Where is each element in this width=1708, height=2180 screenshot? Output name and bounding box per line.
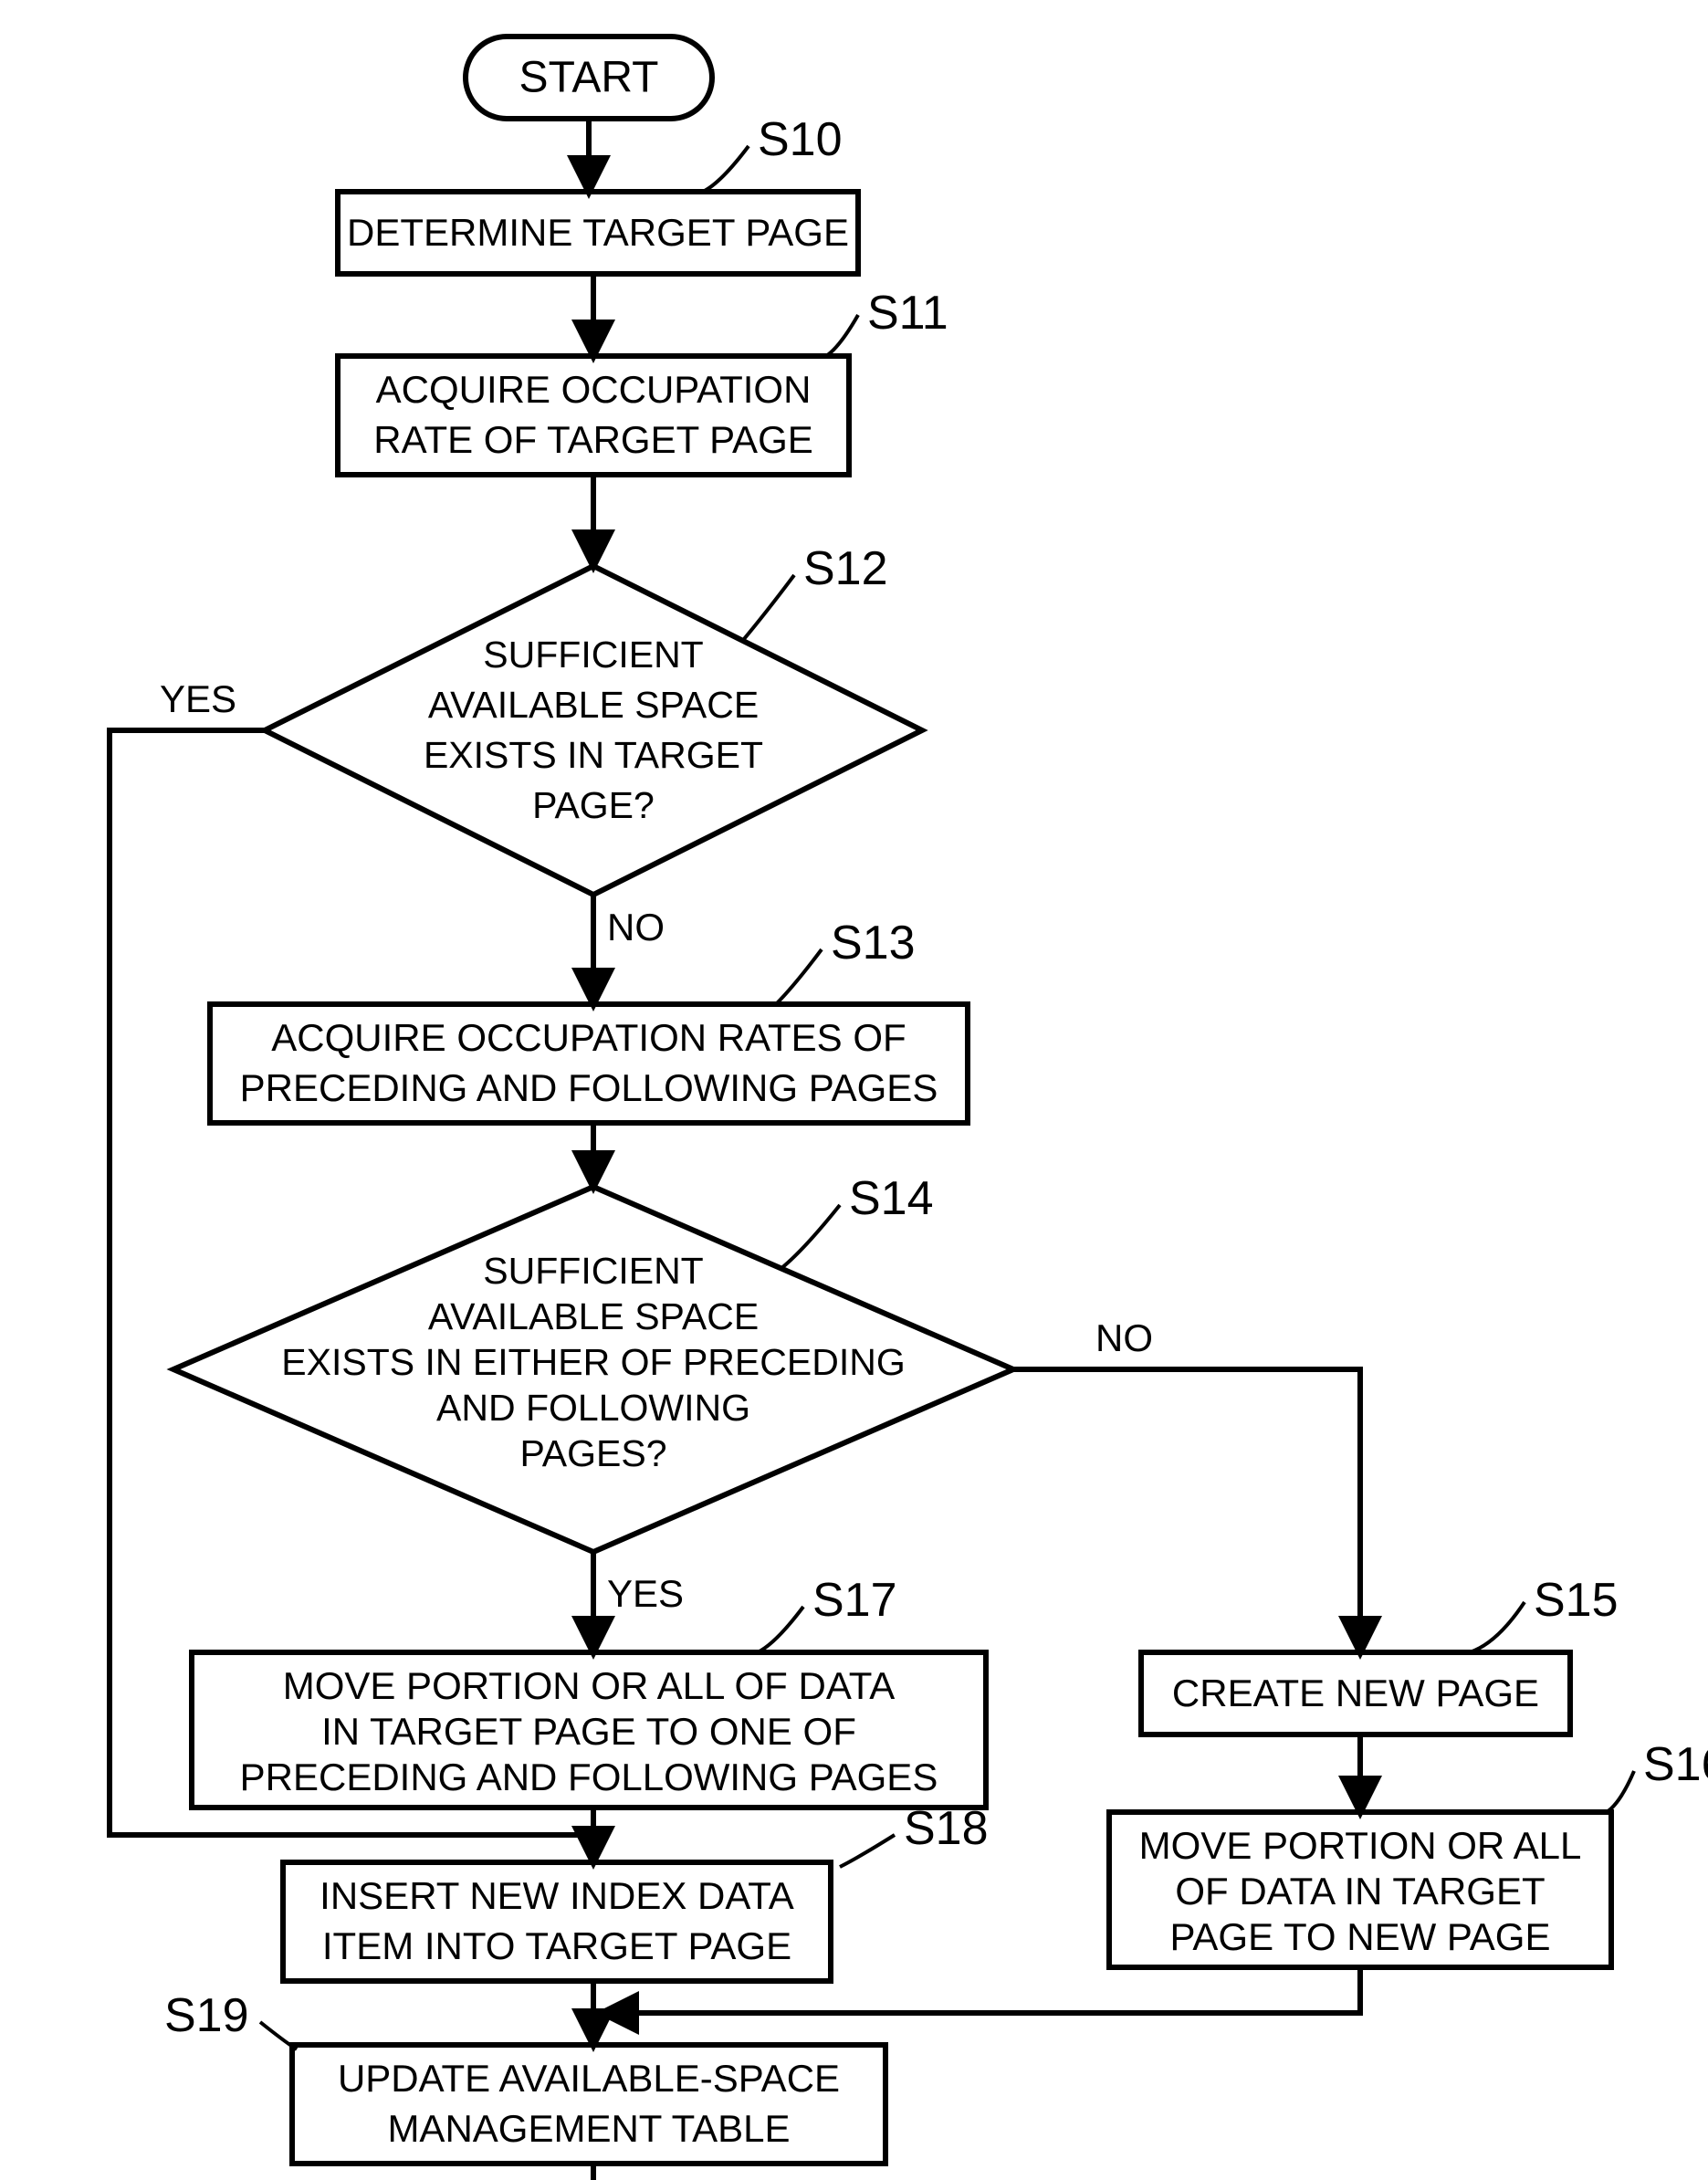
- s11-leader: [826, 315, 858, 356]
- s17-text1: MOVE PORTION OR ALL OF DATA: [283, 1664, 896, 1707]
- s19-text1: UPDATE AVAILABLE-SPACE: [338, 2057, 840, 2100]
- edge-s14-no: [1013, 1369, 1360, 1652]
- s13-text1: ACQUIRE OCCUPATION RATES OF: [271, 1016, 906, 1059]
- s10-text: DETERMINE TARGET PAGE: [347, 211, 849, 254]
- s12-label: S12: [803, 542, 888, 595]
- s10-leader: [703, 146, 749, 192]
- s14-text5: PAGES?: [519, 1432, 666, 1474]
- s16-label: S16: [1643, 1738, 1708, 1791]
- s15-label: S15: [1534, 1574, 1619, 1627]
- s11-label: S11: [867, 287, 948, 340]
- s19-leader: [260, 2022, 297, 2049]
- start-label: START: [519, 54, 659, 102]
- s16-leader: [1607, 1771, 1634, 1812]
- s17-text3: PRECEDING AND FOLLOWING PAGES: [240, 1756, 938, 1798]
- s19-text2: MANAGEMENT TABLE: [387, 2107, 790, 2150]
- s13-text2: PRECEDING AND FOLLOWING PAGES: [240, 1066, 938, 1109]
- s13-label: S13: [831, 917, 916, 969]
- s18-label: S18: [904, 1802, 989, 1855]
- s12-text4: PAGE?: [532, 784, 655, 826]
- s15-text: CREATE NEW PAGE: [1172, 1672, 1539, 1714]
- s12-leader: [744, 575, 794, 639]
- s18-text2: ITEM INTO TARGET PAGE: [322, 1924, 791, 1967]
- s14-text2: AVAILABLE SPACE: [428, 1295, 759, 1337]
- s17-label: S17: [812, 1574, 897, 1627]
- s19-label: S19: [164, 1989, 249, 2042]
- flowchart: START DETERMINE TARGET PAGE S10 ACQUIRE …: [0, 0, 1708, 2180]
- s17-text2: IN TARGET PAGE TO ONE OF: [321, 1710, 856, 1753]
- s11-text1: ACQUIRE OCCUPATION: [376, 368, 812, 411]
- s14-text1: SUFFICIENT: [483, 1250, 703, 1292]
- s18-leader: [840, 1835, 895, 1867]
- s12-no-label: NO: [607, 906, 665, 949]
- s18-text1: INSERT NEW INDEX DATA: [320, 1874, 794, 1917]
- s15-leader: [1470, 1602, 1525, 1652]
- s13-leader: [776, 949, 822, 1004]
- s16-text3: PAGE TO NEW PAGE: [1170, 1915, 1551, 1958]
- s14-label: S14: [849, 1172, 934, 1225]
- s16-text2: OF DATA IN TARGET: [1175, 1870, 1545, 1913]
- s14-text3: EXISTS IN EITHER OF PRECEDING: [281, 1341, 905, 1383]
- s12-diamond: [265, 566, 922, 895]
- s12-text3: EXISTS IN TARGET: [424, 734, 763, 776]
- s12-text1: SUFFICIENT: [483, 634, 703, 676]
- s17-leader: [758, 1607, 803, 1652]
- s11-text2: RATE OF TARGET PAGE: [373, 418, 813, 461]
- s14-text4: AND FOLLOWING: [436, 1387, 750, 1429]
- s14-yes-label: YES: [607, 1572, 684, 1615]
- s12-text2: AVAILABLE SPACE: [428, 684, 759, 726]
- s14-leader: [781, 1205, 840, 1269]
- s14-no-label: NO: [1095, 1316, 1153, 1359]
- s12-yes-label: YES: [160, 677, 236, 720]
- s10-label: S10: [758, 113, 843, 166]
- s16-text1: MOVE PORTION OR ALL: [1139, 1824, 1582, 1867]
